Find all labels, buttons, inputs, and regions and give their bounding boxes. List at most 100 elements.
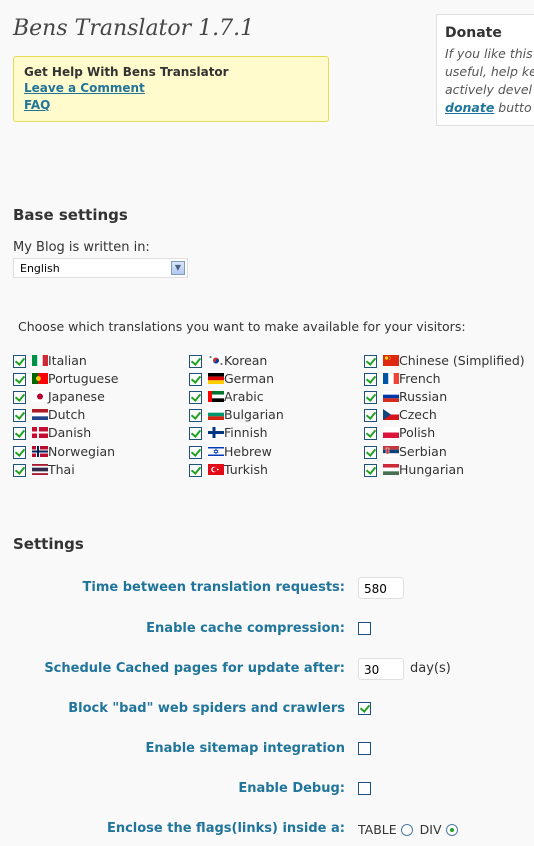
cache-compression-label: Enable cache compression: xyxy=(146,621,345,636)
language-checkbox[interactable] xyxy=(13,372,26,386)
language-label: Korean xyxy=(224,352,268,368)
language-label: Portuguese xyxy=(48,370,119,386)
language-label: Bulgarian xyxy=(224,407,284,423)
language-option: Turkish xyxy=(189,460,268,478)
enclose-div-radio[interactable] xyxy=(445,823,458,836)
language-option: Thai xyxy=(13,460,75,478)
blog-language-value: English xyxy=(20,262,60,275)
language-option: Dutch xyxy=(13,406,85,424)
language-option: German xyxy=(189,369,274,387)
turkey-flag-icon xyxy=(208,463,224,475)
donate-after-link: butto xyxy=(494,100,532,115)
help-heading: Get Help With Bens Translator xyxy=(24,65,229,79)
settings-heading: Settings xyxy=(13,535,84,553)
language-checkbox[interactable] xyxy=(13,390,26,404)
language-option: Hungarian xyxy=(364,460,464,478)
language-label: Czech xyxy=(399,407,437,423)
debug-checkbox[interactable] xyxy=(358,782,371,795)
block-spiders-checkbox[interactable] xyxy=(358,702,371,715)
donate-text: If you like this useful, help ke activel… xyxy=(445,45,534,117)
finland-flag-icon xyxy=(208,427,224,439)
language-label: Hebrew xyxy=(224,443,272,459)
donate-link[interactable]: donate xyxy=(445,100,494,115)
language-checkbox[interactable] xyxy=(189,427,202,441)
language-option: Norwegian xyxy=(13,442,115,460)
language-checkbox[interactable] xyxy=(13,445,26,459)
time-between-label: Time between translation requests: xyxy=(82,580,345,595)
language-label: Arabic xyxy=(224,388,264,404)
donate-box: Donate If you like this useful, help ke … xyxy=(436,14,534,126)
language-checkbox[interactable] xyxy=(13,354,26,368)
language-option: Czech xyxy=(364,406,437,424)
sitemap-checkbox[interactable] xyxy=(358,742,371,755)
blog-language-label: My Blog is written in: xyxy=(13,240,150,255)
language-option: Portuguese xyxy=(13,369,118,387)
language-checkbox[interactable] xyxy=(189,372,202,386)
language-label: Finnish xyxy=(224,425,268,441)
language-option: Japanese xyxy=(13,387,105,405)
language-option: Danish xyxy=(13,424,91,442)
language-checkbox[interactable] xyxy=(364,372,377,386)
language-label: Russian xyxy=(399,388,448,404)
faq-link[interactable]: FAQ xyxy=(24,97,318,114)
france-flag-icon xyxy=(383,372,399,384)
language-checkbox[interactable] xyxy=(189,409,202,423)
base-settings-heading: Base settings xyxy=(13,206,128,224)
language-checkbox[interactable] xyxy=(13,409,26,423)
japan-flag-icon xyxy=(32,390,48,402)
germany-flag-icon xyxy=(208,372,224,384)
language-checkbox[interactable] xyxy=(364,463,377,477)
israel-flag-icon xyxy=(208,445,224,457)
leave-comment-link[interactable]: Leave a Comment xyxy=(24,80,318,97)
blog-language-select[interactable]: English ▼ xyxy=(13,258,188,278)
italy-flag-icon xyxy=(32,354,48,366)
language-option: Russian xyxy=(364,387,447,405)
donate-line-3: actively devel xyxy=(445,82,533,97)
language-checkbox[interactable] xyxy=(364,354,377,368)
schedule-input[interactable]: 30 xyxy=(358,658,404,680)
language-checkbox[interactable] xyxy=(189,354,202,368)
chevron-down-icon[interactable]: ▼ xyxy=(171,261,185,275)
language-option: Hebrew xyxy=(189,442,272,460)
cache-compression-checkbox[interactable] xyxy=(358,622,371,635)
enclose-label: Enclose the flags(links) inside a: xyxy=(106,821,345,836)
enclose-table-radio[interactable] xyxy=(400,823,413,836)
language-label: Chinese (Simplified) xyxy=(399,352,525,368)
language-option: Finnish xyxy=(189,424,268,442)
language-option: Polish xyxy=(364,424,435,442)
language-checkbox[interactable] xyxy=(364,427,377,441)
language-option: Italian xyxy=(13,351,87,369)
netherlands-flag-icon xyxy=(32,409,48,421)
time-between-input[interactable]: 580 xyxy=(358,577,404,599)
language-label: Serbian xyxy=(399,443,447,459)
page-title: Bens Translator 1.7.1 xyxy=(13,16,255,41)
language-checkbox[interactable] xyxy=(189,390,202,404)
enclose-table-label: TABLE xyxy=(358,822,397,837)
language-checkbox[interactable] xyxy=(13,427,26,441)
language-label: Danish xyxy=(48,425,92,441)
language-checkbox[interactable] xyxy=(13,463,26,477)
language-checkbox[interactable] xyxy=(364,445,377,459)
sitemap-label: Enable sitemap integration xyxy=(145,741,345,756)
norway-flag-icon xyxy=(32,445,48,457)
language-checkbox[interactable] xyxy=(189,445,202,459)
language-checkbox[interactable] xyxy=(364,390,377,404)
language-option: Korean xyxy=(189,351,267,369)
language-label: Japanese xyxy=(48,388,105,404)
enclose-options: TABLE DIV xyxy=(358,822,458,837)
debug-label: Enable Debug: xyxy=(238,781,345,796)
block-spiders-label: Block "bad" web spiders and crawlers xyxy=(68,701,345,716)
donate-line-1: If you like this xyxy=(445,46,533,61)
schedule-unit: day(s) xyxy=(410,661,451,676)
hungary-flag-icon xyxy=(383,463,399,475)
language-checkbox[interactable] xyxy=(364,409,377,423)
language-checkbox[interactable] xyxy=(189,463,202,477)
language-label: Turkish xyxy=(224,461,268,477)
schedule-label: Schedule Cached pages for update after: xyxy=(44,661,345,676)
language-option: French xyxy=(364,369,441,387)
language-option: Serbian xyxy=(364,442,447,460)
uae-flag-icon xyxy=(208,390,224,402)
russia-flag-icon xyxy=(383,390,399,402)
language-label: Hungarian xyxy=(399,461,465,477)
language-label: Thai xyxy=(48,461,75,477)
